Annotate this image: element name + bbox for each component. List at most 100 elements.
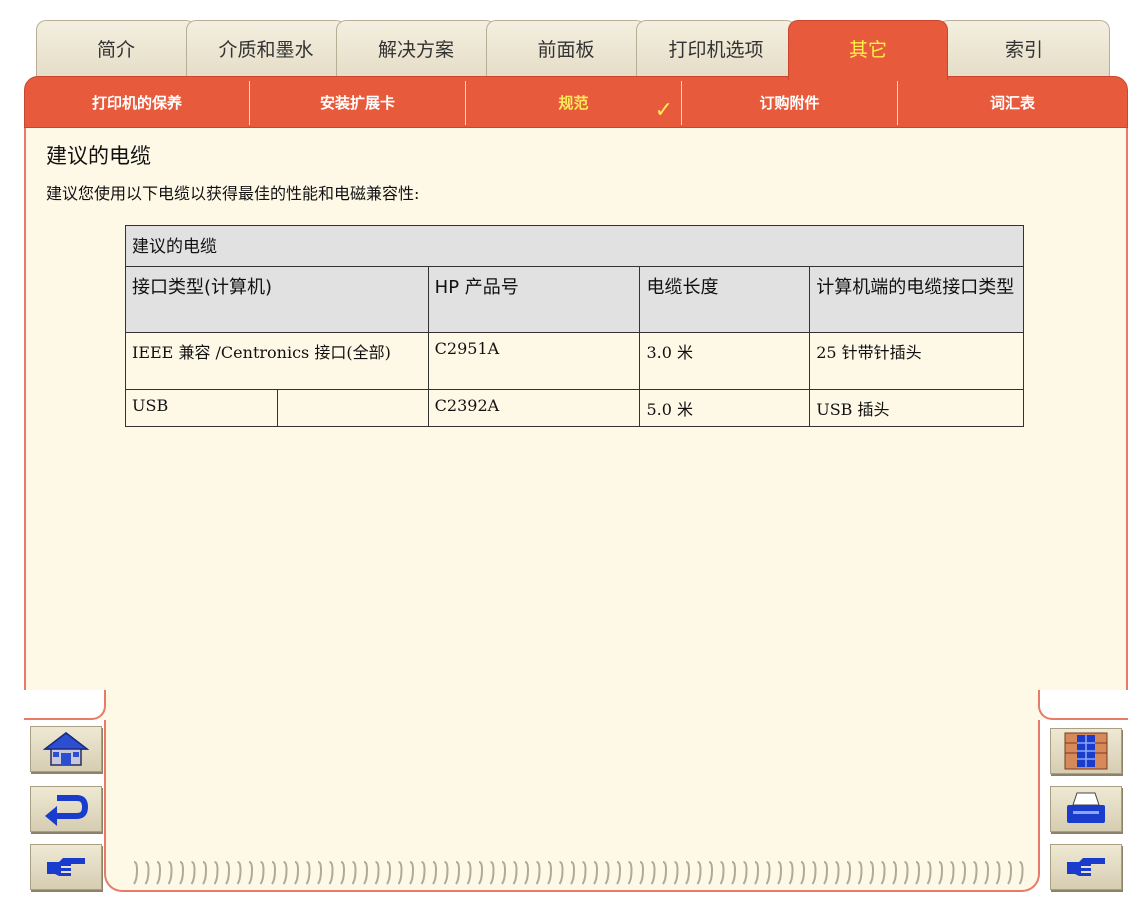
spiral-ring [397, 861, 403, 885]
spiral-ring [190, 861, 196, 885]
spiral-ring [144, 861, 150, 885]
frame-corner-right [1038, 690, 1128, 720]
tab-index[interactable]: 索引 [938, 20, 1110, 80]
spiral-ring [926, 861, 932, 885]
tab-label: 简介 [96, 39, 135, 61]
spiral-ring [351, 861, 357, 885]
spiral-ring [869, 861, 875, 885]
spiral-ring [754, 861, 760, 885]
spiral-ring [179, 861, 185, 885]
spiral-ring [696, 861, 702, 885]
spiral-ring [604, 861, 610, 885]
subtab-specifications[interactable]: 规范 ✓ [466, 83, 681, 123]
tab-intro[interactable]: 简介 [36, 20, 196, 80]
spiral-ring [880, 861, 886, 885]
spiral-ring [305, 861, 311, 885]
spiral-ring [386, 861, 392, 885]
spiral-ring [834, 861, 840, 885]
table-cell: 3.0 米 [639, 332, 811, 390]
next-page-button[interactable] [1050, 844, 1122, 890]
tab-label: 前面板 [537, 39, 595, 61]
table-cell: C2951A [427, 332, 641, 390]
contents-button[interactable] [1050, 728, 1122, 774]
subtab-label: 规范 [558, 94, 589, 112]
spiral-ring [731, 861, 737, 885]
table-caption-row: 建议的电缆 [125, 225, 1024, 267]
spiral-ring [949, 861, 955, 885]
table-cell: C2392A [427, 389, 641, 427]
spiral-ring [512, 861, 518, 885]
home-icon [43, 732, 89, 766]
spiral-ring [662, 861, 668, 885]
spiral-ring [800, 861, 806, 885]
tab-printer-options[interactable]: 打印机选项 [636, 20, 796, 80]
spiral-ring [788, 861, 794, 885]
spiral-ring [765, 861, 771, 885]
table-cell: 5.0 米 [639, 389, 811, 427]
tab-label: 打印机选项 [668, 39, 764, 61]
subtab-printer-maintenance[interactable]: 打印机的保养 [25, 83, 249, 123]
spiral-ring [501, 861, 507, 885]
spiral-ring [627, 861, 633, 885]
spiral-ring [742, 861, 748, 885]
spiral-ring [972, 861, 978, 885]
table-header-row: 接口类型(计算机) HP 产品号 电缆长度 计算机端的电缆接口类型 [125, 266, 1024, 333]
spiral-ring [547, 861, 553, 885]
checkmark-icon: ✓ [654, 98, 673, 123]
table-cell: USB 插头 [809, 389, 1024, 427]
intro-text: 建议您使用以下电缆以获得最佳的性能和电磁兼容性: [46, 184, 420, 203]
spiral-ring [903, 861, 909, 885]
spiral-ring [535, 861, 541, 885]
home-button[interactable] [30, 726, 102, 772]
spiral-ring [432, 861, 438, 885]
table-cell: IEEE 兼容 /Centronics 接口(全部) [125, 332, 429, 390]
spiral-ring [317, 861, 323, 885]
spiral-ring [857, 861, 863, 885]
spiral-ring [225, 861, 231, 885]
grid-icon [1064, 732, 1108, 770]
tab-label: 介质和墨水 [218, 39, 314, 61]
spiral-ring [156, 861, 162, 885]
spiral-ring [1007, 861, 1013, 885]
subtab-bar: 打印机的保养 安装扩展卡 规范 ✓ 订购附件 词汇表 [24, 76, 1128, 128]
subtab-label: 打印机的保养 [91, 94, 182, 112]
print-button[interactable] [1050, 786, 1122, 832]
spiral-ring [443, 861, 449, 885]
spiral-ring [558, 861, 564, 885]
subtab-label: 订购附件 [759, 94, 820, 112]
column-header: 接口类型(计算机) [125, 266, 429, 333]
forward-button[interactable] [30, 844, 102, 890]
spiral-ring [167, 861, 173, 885]
spiral-ring [708, 861, 714, 885]
back-button[interactable] [30, 786, 102, 832]
spiral-ring [581, 861, 587, 885]
subtab-order-accessories[interactable]: 订购附件 [682, 83, 897, 123]
spiral-ring [455, 861, 461, 885]
spiral-ring [892, 861, 898, 885]
spiral-ring [133, 861, 139, 885]
return-arrow-icon [45, 795, 89, 826]
tab-other[interactable]: 其它 [788, 20, 948, 80]
spiral-ring [363, 861, 369, 885]
frame-corner-left [24, 690, 106, 720]
spiral-ring [823, 861, 829, 885]
subtab-install-card[interactable]: 安装扩展卡 [250, 83, 465, 123]
spiral-ring [777, 861, 783, 885]
tab-solutions[interactable]: 解决方案 [336, 20, 496, 80]
tab-media-ink[interactable]: 介质和墨水 [186, 20, 346, 80]
table-cell-empty [276, 389, 429, 427]
spiral-ring [420, 861, 426, 885]
spiral-ring [673, 861, 679, 885]
spiral-ring [236, 861, 242, 885]
spiral-ring [719, 861, 725, 885]
spiral-ring [340, 861, 346, 885]
spiral-ring [685, 861, 691, 885]
spiral-ring [984, 861, 990, 885]
subtab-glossary[interactable]: 词汇表 [898, 83, 1127, 123]
spiral-binding [133, 861, 1024, 885]
column-header: 计算机端的电缆接口类型 [809, 266, 1024, 333]
spiral-ring [282, 861, 288, 885]
tab-front-panel[interactable]: 前面板 [486, 20, 646, 80]
table-row: USB C2392A 5.0 米 USB 插头 [125, 389, 1024, 427]
spiral-ring [259, 861, 265, 885]
